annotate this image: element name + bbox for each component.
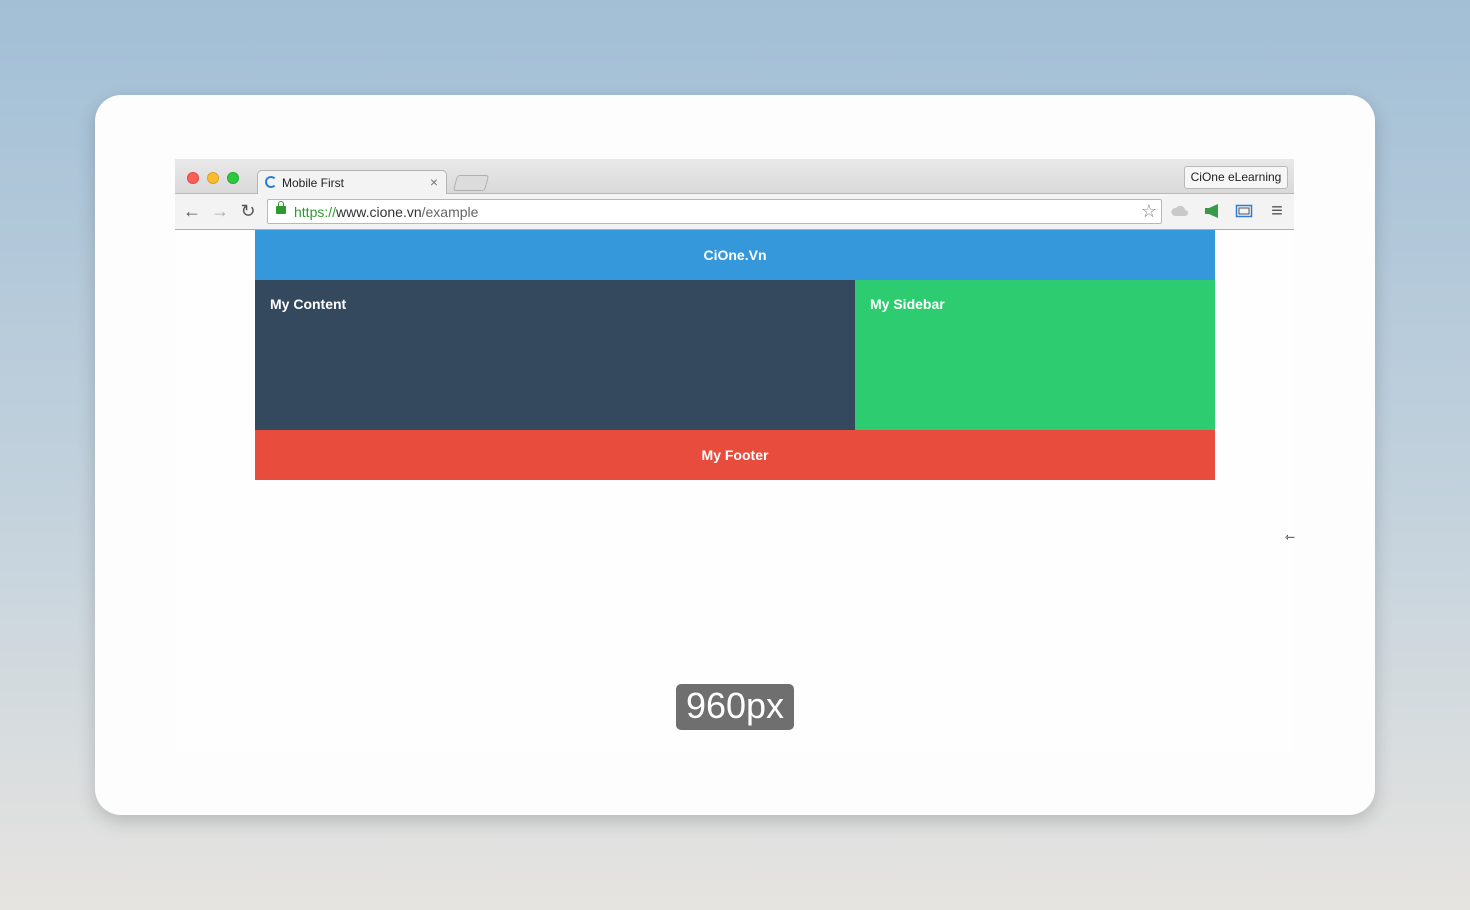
forward-arrow-icon[interactable]: → <box>210 201 230 221</box>
site-header: CiOne.Vn <box>255 230 1215 280</box>
url-path: /example <box>421 204 479 220</box>
site-content: My Content <box>255 280 855 430</box>
tab-title: Mobile First <box>282 176 345 190</box>
menu-icon[interactable]: ≡ <box>1267 201 1287 221</box>
address-bar[interactable]: https://www.cione.vn/example ☆ <box>267 199 1162 224</box>
url-text: https://www.cione.vn/example <box>294 204 478 220</box>
demo-site: CiOne.Vn My Content My Sidebar My Footer <box>255 230 1215 480</box>
tab-mobile-first[interactable]: Mobile First × <box>257 170 447 195</box>
browser-window: Mobile First × CiOne eLearning ← → ↻ htt… <box>175 159 1296 751</box>
tab-bar: Mobile First × CiOne eLearning <box>175 159 1294 195</box>
site-sidebar: My Sidebar <box>855 280 1215 430</box>
cloud-extension-icon[interactable] <box>1171 203 1189 219</box>
minimize-window-button[interactable] <box>207 172 219 184</box>
viewport-width-badge: 960px <box>676 684 794 730</box>
fullscreen-extension-icon[interactable] <box>1235 203 1253 219</box>
megaphone-extension-icon[interactable] <box>1203 203 1221 219</box>
site-footer: My Footer <box>255 430 1215 480</box>
browser-toolbar: ← → ↻ https://www.cione.vn/example ☆ ≡ <box>175 194 1294 230</box>
tab-close-icon[interactable]: × <box>430 174 438 190</box>
site-favicon-icon <box>265 176 277 188</box>
maximize-window-button[interactable] <box>227 172 239 184</box>
back-arrow-icon[interactable]: ← <box>182 201 202 221</box>
url-host: www.cione.vn <box>336 204 422 220</box>
url-scheme: https:// <box>294 204 337 220</box>
page-viewport: CiOne.Vn My Content My Sidebar My Footer… <box>175 230 1296 751</box>
resize-cursor-icon: ⇽ <box>1285 530 1296 544</box>
reload-icon[interactable]: ↻ <box>238 201 258 221</box>
new-tab-button[interactable] <box>452 175 490 191</box>
profile-button[interactable]: CiOne eLearning <box>1184 166 1288 189</box>
site-main: My Content My Sidebar <box>255 280 1215 430</box>
lock-icon <box>276 201 286 214</box>
bookmark-star-icon[interactable]: ☆ <box>1141 201 1157 222</box>
close-window-button[interactable] <box>187 172 199 184</box>
